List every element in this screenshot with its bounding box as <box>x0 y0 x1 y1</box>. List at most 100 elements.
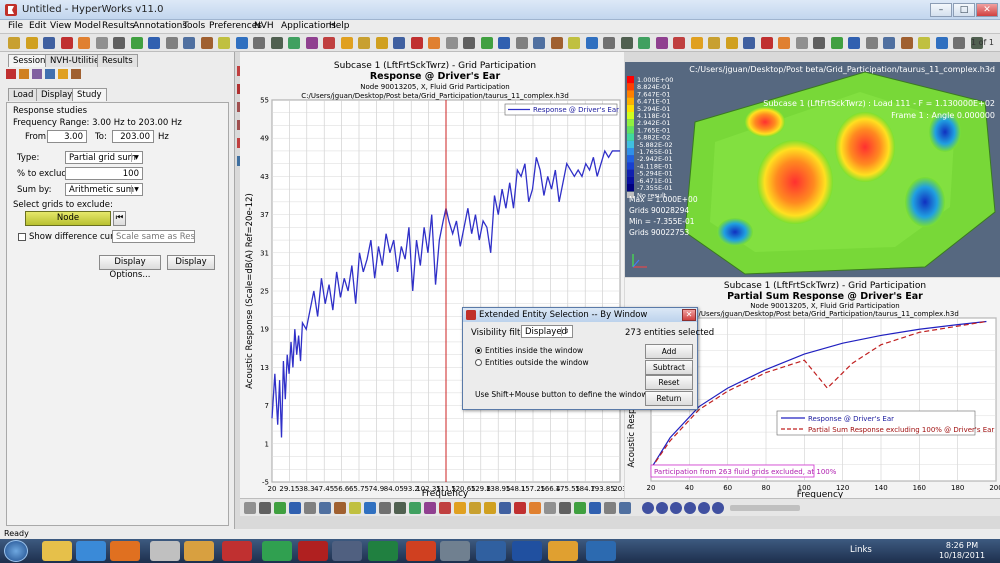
excel-icon[interactable] <box>368 541 398 561</box>
toolbar-tool-icon[interactable] <box>218 37 230 49</box>
toolbar-tool-icon[interactable] <box>848 37 860 49</box>
toolbar-tool-icon[interactable] <box>603 37 615 49</box>
menu-nvh[interactable]: NVH <box>254 21 274 31</box>
toolbar-tool-icon[interactable] <box>165 37 178 49</box>
toolbar-tool-icon[interactable] <box>428 37 440 49</box>
toolbar-tool-icon[interactable] <box>340 37 353 49</box>
explorer-icon[interactable] <box>42 541 72 561</box>
toolbar-tool-icon[interactable] <box>953 37 965 49</box>
chrome-icon[interactable] <box>262 541 292 561</box>
node-reset-icon[interactable]: ⏮ <box>113 211 126 226</box>
tab-load[interactable]: Load <box>8 88 39 101</box>
toolbar-tool-icon[interactable] <box>550 37 563 49</box>
toolbar-tool-icon[interactable] <box>358 37 370 49</box>
sumby-select[interactable]: Arithmetic sum ▼ <box>65 183 143 196</box>
exclude-input[interactable]: 100 <box>65 167 143 180</box>
bottom-tool-icon[interactable] <box>334 502 346 514</box>
snipping-icon[interactable] <box>150 541 180 561</box>
bottom-tool-icon[interactable] <box>559 502 571 514</box>
bottom-tool-icon[interactable] <box>364 502 376 514</box>
pause-icon[interactable] <box>670 502 682 514</box>
toolbar-tool-icon[interactable] <box>445 37 458 49</box>
powerpoint-icon[interactable] <box>406 541 436 561</box>
chart-icon[interactable] <box>19 69 29 79</box>
toolbar-tool-icon[interactable] <box>200 37 213 49</box>
bottom-tool-icon[interactable] <box>319 502 331 514</box>
toolbar-tool-icon[interactable] <box>638 37 650 49</box>
bottom-tool-icon[interactable] <box>349 502 361 514</box>
response-plot-window[interactable]: Subcase 1 (LftFrtSckTwrz) - Grid Partici… <box>240 52 627 514</box>
toolbar-tool-icon[interactable] <box>655 37 668 49</box>
menu-view[interactable]: View <box>50 21 71 31</box>
toolbar-tool-icon[interactable] <box>78 37 90 49</box>
toolbar-tool-icon[interactable] <box>725 37 738 49</box>
bottom-tool-icon[interactable] <box>439 502 451 514</box>
menu-applications[interactable]: Applications <box>281 21 336 31</box>
bottom-tool-icon[interactable] <box>454 502 466 514</box>
bottom-tool-icon[interactable] <box>394 502 406 514</box>
toolbar-tool-icon[interactable] <box>183 37 195 49</box>
bottom-tool-icon[interactable] <box>604 502 616 514</box>
menu-results[interactable]: Results <box>102 21 135 31</box>
menu-model[interactable]: Model <box>74 21 101 31</box>
window-manager-icon[interactable] <box>476 541 506 561</box>
toolbar-tool-icon[interactable] <box>305 37 318 49</box>
toolbar-tool-icon[interactable] <box>813 37 825 49</box>
menu-edit[interactable]: Edit <box>29 21 46 31</box>
study-icon[interactable] <box>58 69 68 79</box>
animation-slider[interactable] <box>730 505 800 511</box>
toolbar-tool-icon[interactable] <box>148 37 160 49</box>
node-button[interactable]: Node <box>25 211 111 226</box>
dialog-close-icon[interactable]: ✕ <box>682 309 696 321</box>
toolbar-tool-icon[interactable] <box>900 37 913 49</box>
return-button[interactable]: Return <box>645 391 693 406</box>
bottom-tool-icon[interactable] <box>574 502 586 514</box>
toolbar-tool-icon[interactable] <box>498 37 510 49</box>
subtract-button[interactable]: Subtract <box>645 360 693 375</box>
toolbar-tool-icon[interactable] <box>533 37 545 49</box>
curve-icon[interactable] <box>6 69 16 79</box>
toolbar-tool-icon[interactable] <box>253 37 265 49</box>
radio-outside[interactable] <box>475 359 482 366</box>
visibility-select[interactable]: Displayed ⇕ <box>521 325 573 338</box>
bottom-tool-icon[interactable] <box>529 502 541 514</box>
toolbar-tool-icon[interactable] <box>778 37 790 49</box>
toolbar-tool-icon[interactable] <box>8 37 20 49</box>
clock-date[interactable]: 10/18/2011 <box>932 551 992 560</box>
toolbar-tool-icon[interactable] <box>60 37 73 49</box>
bottom-tool-icon[interactable] <box>274 502 286 514</box>
display-options-button[interactable]: Display Options... <box>99 255 161 280</box>
show-diff-select[interactable]: Scale same as Respon <box>112 230 195 243</box>
toolbar-tool-icon[interactable] <box>935 37 948 49</box>
from-input[interactable]: 3.00 <box>47 130 87 143</box>
hyperview-icon[interactable] <box>586 541 616 561</box>
menu-help[interactable]: Help <box>329 21 350 31</box>
bottom-tool-icon[interactable] <box>589 502 601 514</box>
bottom-tool-icon[interactable] <box>484 502 496 514</box>
contour-graphics-window[interactable]: 1.000E+00 8.824E-01 7.647E-01 6.471E-01 5.29… <box>625 62 1000 277</box>
toolbar-tool-icon[interactable] <box>743 37 755 49</box>
tab-study[interactable]: Study <box>72 88 107 101</box>
bottom-tool-icon[interactable] <box>304 502 316 514</box>
toolbar-tool-icon[interactable] <box>830 37 843 49</box>
outlook-icon[interactable] <box>548 541 578 561</box>
media-icon[interactable] <box>298 541 328 561</box>
toolbar-tool-icon[interactable] <box>918 37 930 49</box>
show-diff-checkbox[interactable] <box>18 233 26 241</box>
toolbar-tool-icon[interactable] <box>480 37 493 49</box>
close-button[interactable]: ✕ <box>976 3 998 17</box>
toolbar-tool-icon[interactable] <box>270 37 283 49</box>
hyperworks-icon[interactable] <box>222 541 252 561</box>
play-back-icon[interactable] <box>642 502 654 514</box>
toolbar-tool-icon[interactable] <box>883 37 895 49</box>
toolbar-tool-icon[interactable] <box>235 37 248 49</box>
ie-icon[interactable] <box>76 541 106 561</box>
bottom-tool-icon[interactable] <box>424 502 436 514</box>
toolbar-tool-icon[interactable] <box>25 37 38 49</box>
bottom-tool-icon[interactable] <box>619 502 631 514</box>
step-forward-icon[interactable] <box>698 502 710 514</box>
toolbar-tool-icon[interactable] <box>463 37 475 49</box>
toolbar-tool-icon[interactable] <box>43 37 55 49</box>
fast-forward-icon[interactable] <box>712 502 724 514</box>
toolbar-tool-icon[interactable] <box>288 37 300 49</box>
